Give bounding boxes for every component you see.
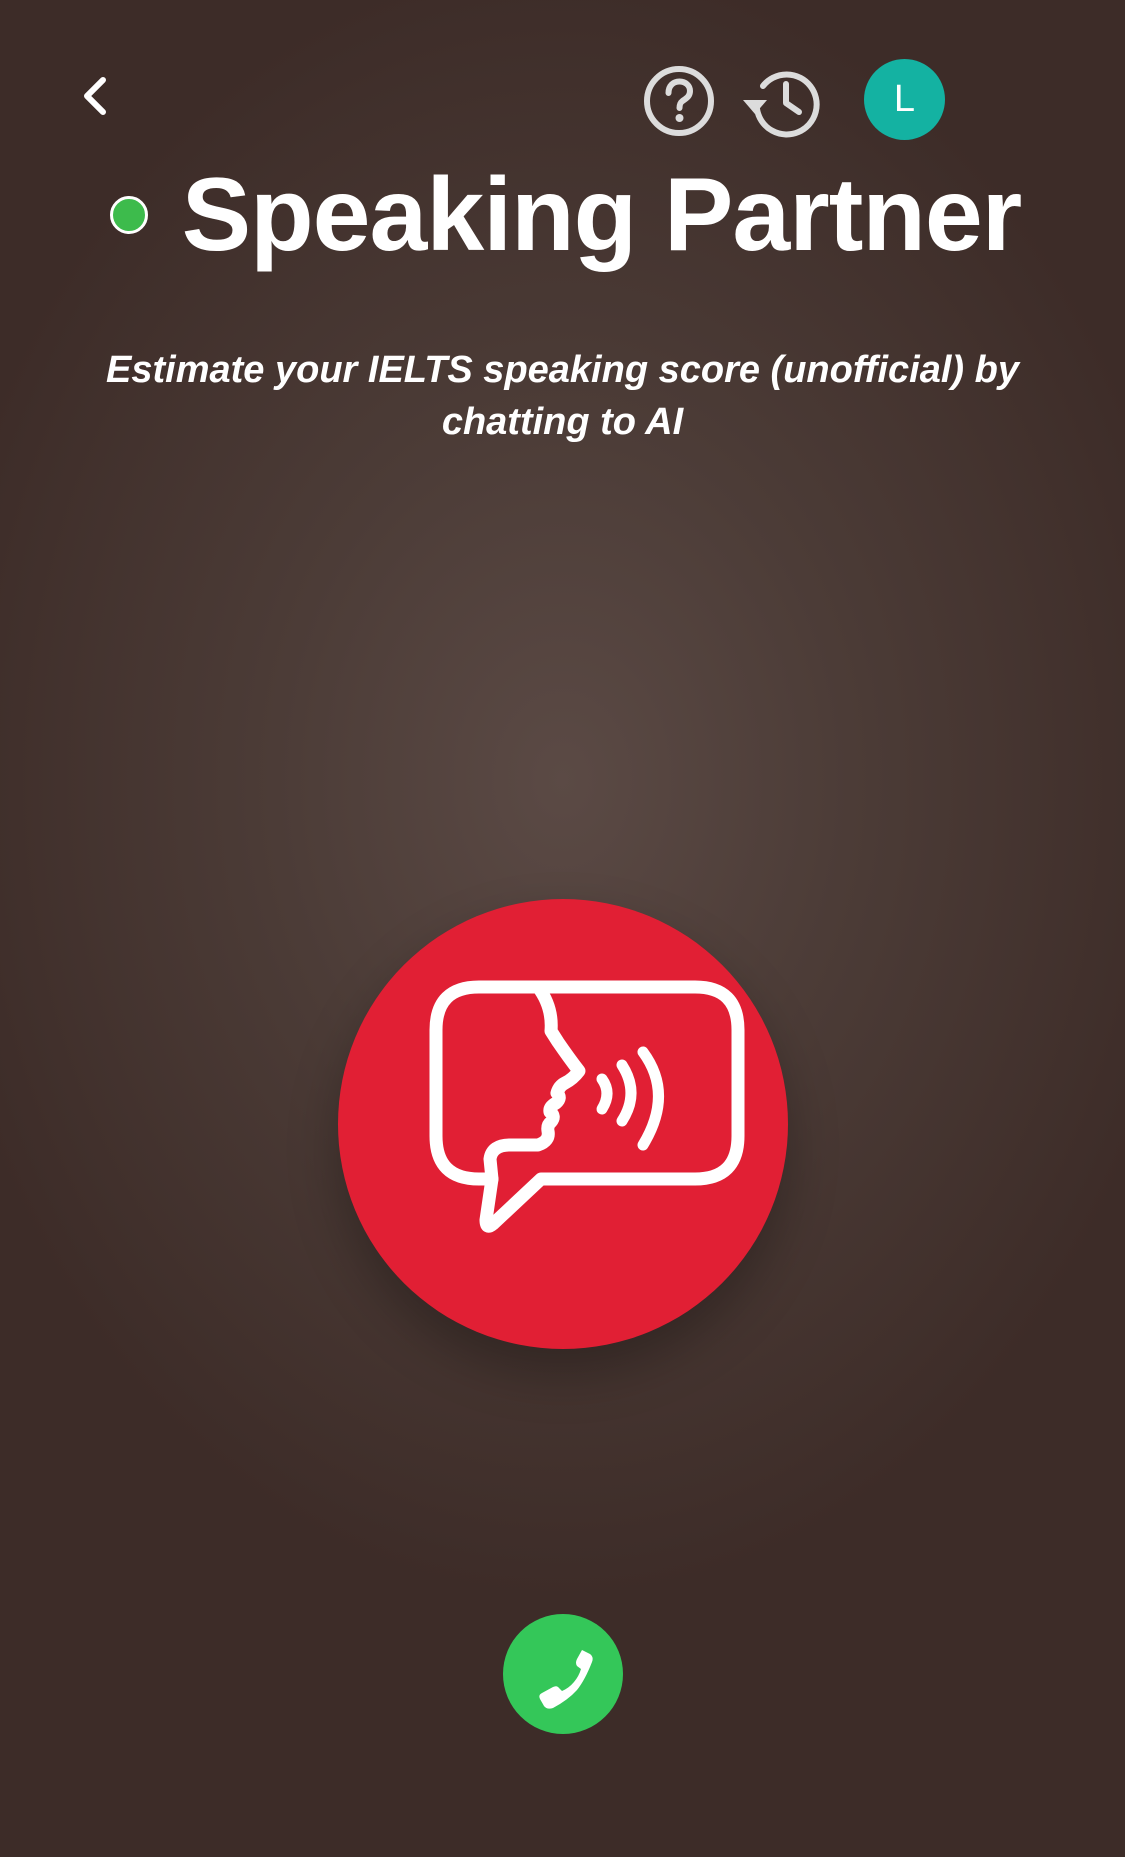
- subtitle: Estimate your IELTS speaking score (unof…: [106, 349, 1019, 443]
- top-bar: L: [0, 0, 1125, 160]
- title-row: Speaking Partner: [0, 160, 1125, 270]
- page-title: Speaking Partner: [181, 157, 1022, 273]
- speaking-head-icon: [429, 980, 745, 1233]
- back-button[interactable]: [68, 62, 124, 130]
- history-clock-icon: [743, 71, 820, 138]
- chevron-left-icon: [84, 77, 106, 115]
- help-button[interactable]: [642, 64, 716, 138]
- speak-button[interactable]: [338, 899, 788, 1349]
- history-button[interactable]: [740, 62, 822, 140]
- avatar-initial: L: [893, 78, 916, 120]
- call-button[interactable]: [503, 1614, 623, 1734]
- question-circle-icon: [644, 66, 714, 136]
- online-status-dot: [109, 196, 148, 234]
- avatar[interactable]: L: [864, 59, 945, 140]
- phone-icon: [539, 1650, 593, 1709]
